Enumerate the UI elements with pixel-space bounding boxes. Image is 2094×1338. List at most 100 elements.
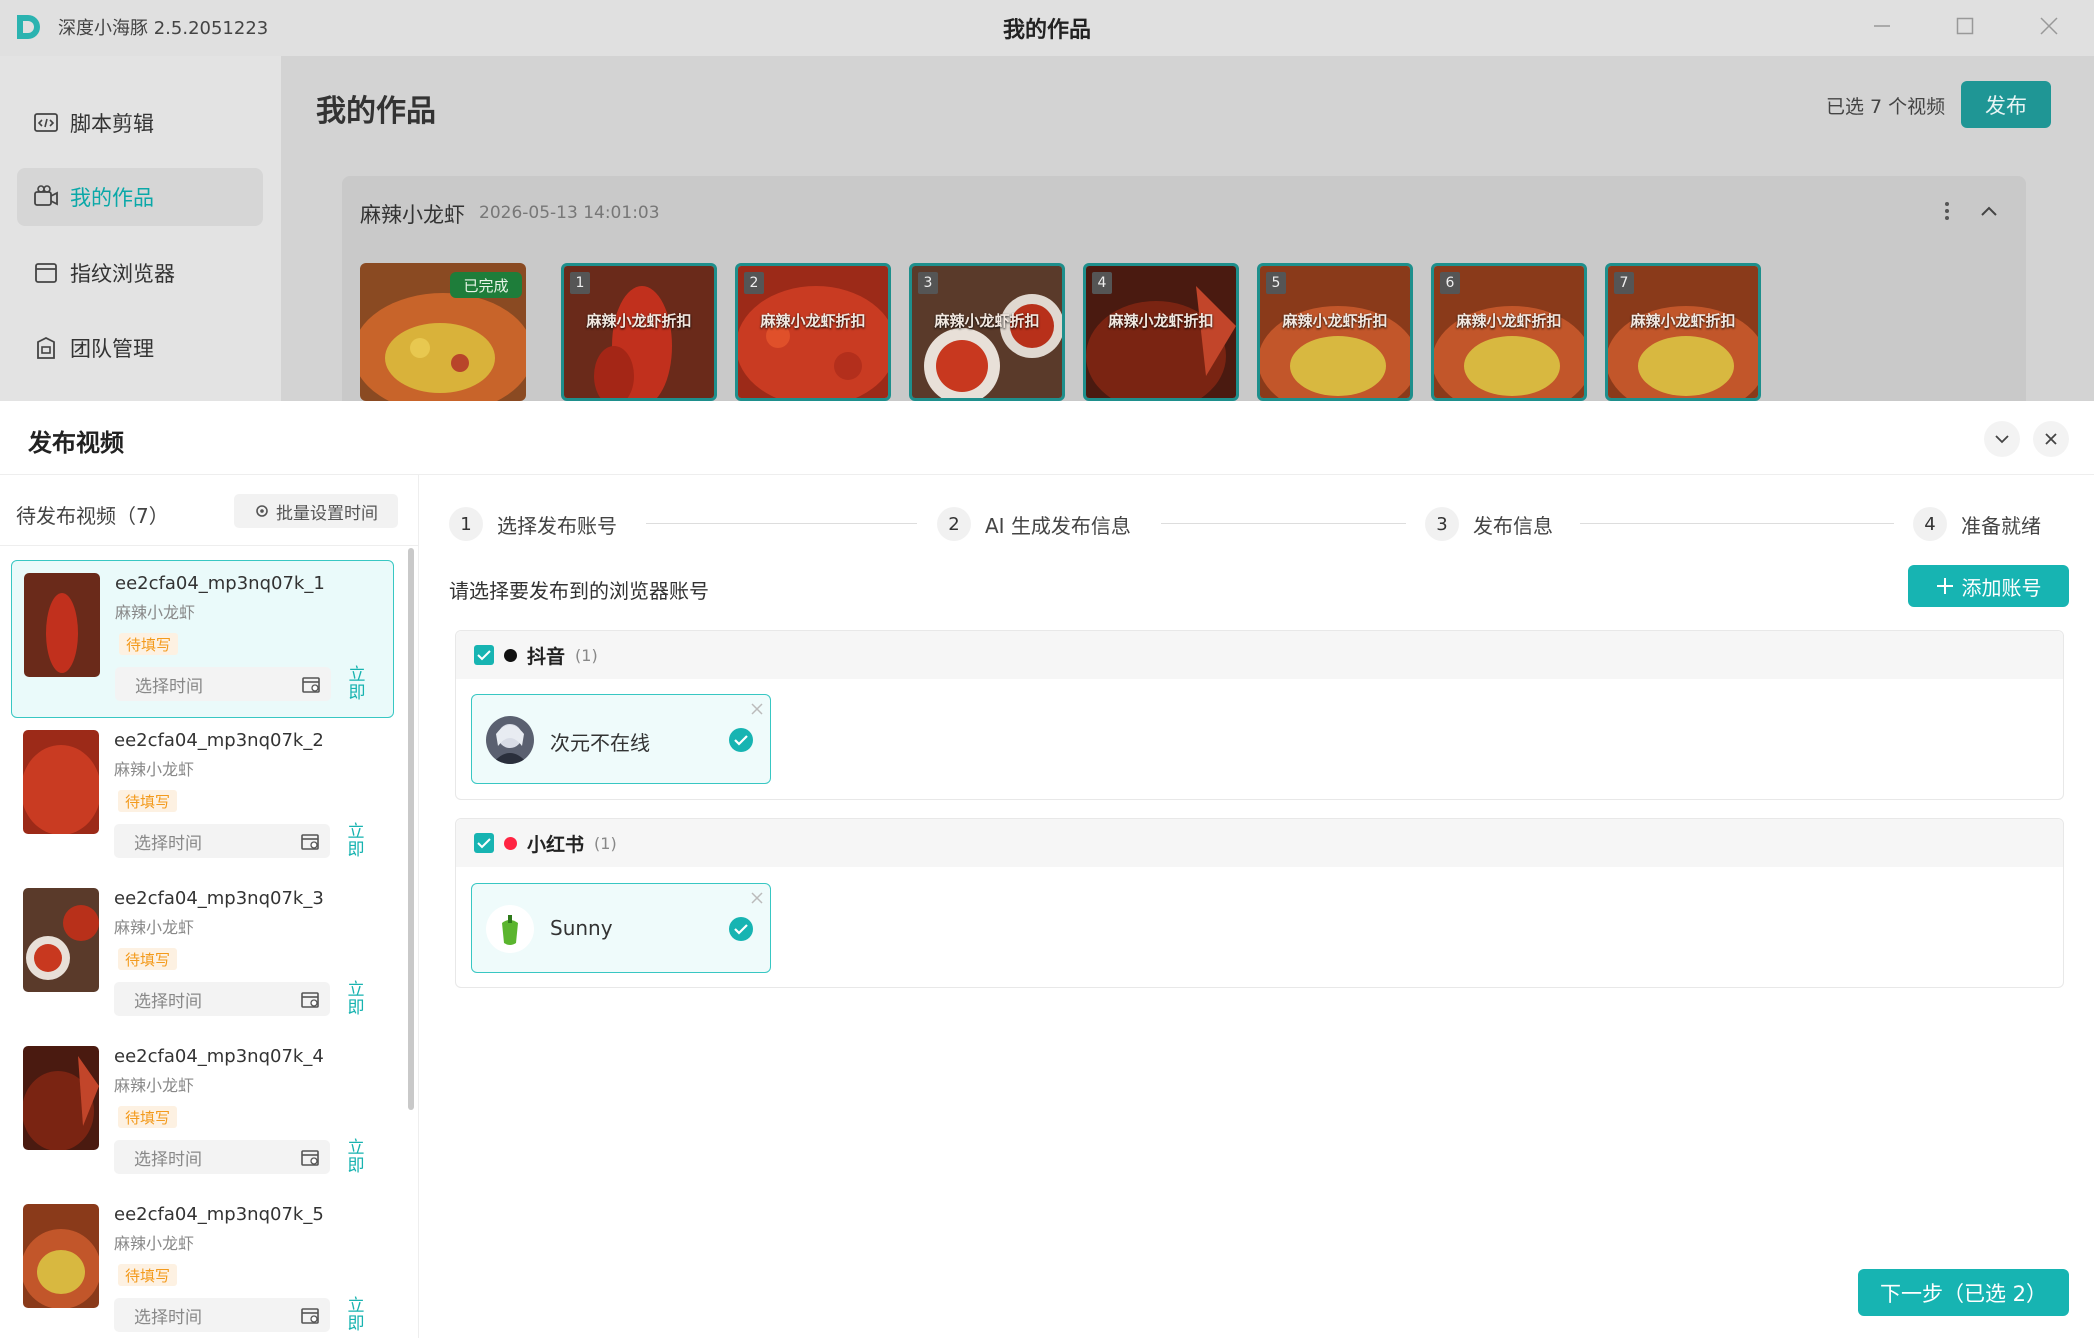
video-thumbnail[interactable]: 2 麻辣小龙虾折扣 — [735, 263, 891, 401]
video-card[interactable]: ee2cfa04_mp3nq07k_2 麻辣小龙虾 待填写 选择时间 立即 — [11, 718, 394, 876]
step-number: 1 — [449, 507, 483, 541]
chevron-up-icon — [1981, 206, 1997, 216]
publish-now-link[interactable]: 立即 — [348, 666, 366, 702]
video-thumbnail[interactable]: 5 麻辣小龙虾折扣 — [1257, 263, 1413, 401]
platform-count: (1) — [594, 833, 617, 853]
video-thumbnail — [23, 888, 99, 992]
sidebar-item-label: 指纹浏览器 — [70, 262, 175, 286]
browser-icon — [35, 263, 57, 283]
sidebar-item-script-edit[interactable]: 脚本剪辑 — [17, 94, 263, 152]
check-icon — [734, 735, 748, 746]
panel-header — [0, 401, 2094, 475]
panel-minimize-button[interactable] — [1984, 421, 2020, 457]
step-number: 4 — [1913, 507, 1947, 541]
time-picker[interactable]: 选择时间 — [114, 824, 330, 858]
status-badge: 待填写 — [118, 1106, 178, 1128]
video-thumbnail[interactable]: 6 麻辣小龙虾折扣 — [1431, 263, 1587, 401]
more-button[interactable] — [1935, 198, 1959, 224]
collapse-button[interactable] — [1974, 196, 2004, 226]
remove-account-button[interactable] — [749, 701, 765, 717]
next-step-button[interactable]: 下一步（已选 2） — [1858, 1269, 2069, 1316]
maximize-icon — [1956, 17, 1974, 35]
status-badge: 待填写 — [119, 633, 179, 655]
video-project: 麻辣小龙虾 — [115, 603, 196, 622]
calendar-icon — [301, 1150, 319, 1166]
account-selected-icon — [729, 728, 753, 752]
thumb-index: 4 — [1092, 272, 1112, 294]
sidebar-item-team[interactable]: 团队管理 — [17, 319, 263, 377]
thumb-index: 5 — [1266, 272, 1286, 294]
time-placeholder: 选择时间 — [135, 676, 203, 697]
platform-name: 小红书 — [527, 833, 585, 856]
video-project: 麻辣小龙虾 — [114, 1076, 195, 1095]
add-account-button[interactable]: 添加账号 — [1908, 565, 2069, 607]
step-1: 1 选择发布账号 — [449, 506, 617, 542]
video-thumbnail[interactable]: 7 麻辣小龙虾折扣 — [1605, 263, 1761, 401]
video-thumbnail[interactable]: 4 麻辣小龙虾折扣 — [1083, 263, 1239, 401]
thumb-caption: 麻辣小龙虾折扣 — [760, 312, 866, 330]
batch-label: 批量设置时间 — [276, 503, 378, 524]
publish-now-link[interactable]: 立即 — [347, 981, 365, 1017]
time-picker[interactable]: 选择时间 — [115, 667, 331, 701]
video-project: 麻辣小龙虾 — [114, 918, 195, 937]
group-checkbox[interactable] — [474, 833, 494, 853]
window-title: 我的作品 — [1002, 18, 1091, 43]
sidebar-item-label: 团队管理 — [70, 337, 154, 361]
publish-button[interactable]: 发布 — [1961, 81, 2051, 128]
close-icon — [751, 892, 763, 904]
thumb-caption: 麻辣小龙虾折扣 — [934, 312, 1040, 330]
video-thumbnail[interactable]: 1 麻辣小龙虾折扣 — [561, 263, 717, 401]
list-scrollbar[interactable] — [408, 548, 414, 1110]
video-project: 麻辣小龙虾 — [114, 760, 195, 779]
panel-close-button[interactable] — [2033, 421, 2069, 457]
step-label: 发布信息 — [1473, 513, 1553, 538]
close-icon — [2045, 433, 2057, 445]
sidebar-item-fingerprint-browser[interactable]: 指纹浏览器 — [17, 244, 263, 302]
time-picker[interactable]: 选择时间 — [114, 1298, 330, 1332]
step-connector — [646, 523, 917, 524]
publish-now-link[interactable]: 立即 — [347, 1297, 365, 1333]
close-icon — [751, 703, 763, 715]
status-badge: 待填写 — [118, 790, 178, 812]
account-card[interactable]: Sunny — [471, 883, 771, 973]
thumb-caption: 麻辣小龙虾折扣 — [1108, 312, 1214, 330]
video-card[interactable]: ee2cfa04_mp3nq07k_1 麻辣小龙虾 待填写 选择时间 立即 — [11, 560, 394, 718]
anime-avatar-image — [486, 716, 534, 764]
pending-title: 待发布视频（7） — [16, 504, 169, 528]
platform-dot — [504, 648, 517, 662]
publish-now-link[interactable]: 立即 — [347, 823, 365, 859]
calendar-icon — [302, 677, 320, 693]
maximize-button[interactable] — [1945, 8, 1985, 44]
time-picker[interactable]: 选择时间 — [114, 982, 330, 1016]
video-card[interactable]: ee2cfa04_mp3nq07k_3 麻辣小龙虾 待填写 选择时间 立即 — [11, 876, 394, 1034]
sidebar-item-my-works[interactable]: 我的作品 — [17, 168, 263, 226]
video-card[interactable]: ee2cfa04_mp3nq07k_4 麻辣小龙虾 待填写 选择时间 立即 — [11, 1034, 394, 1192]
step-label: AI 生成发布信息 — [985, 513, 1131, 538]
check-icon — [734, 924, 748, 935]
platform-dot — [504, 836, 517, 850]
step-connector — [1580, 523, 1894, 524]
minimize-button[interactable] — [1862, 8, 1902, 44]
publish-now-link[interactable]: 立即 — [347, 1139, 365, 1175]
batch-set-time-button[interactable]: 批量设置时间 — [234, 494, 398, 528]
window-close-button[interactable] — [2029, 8, 2069, 44]
platform-count: (1) — [575, 645, 598, 665]
account-selected-icon — [729, 917, 753, 941]
video-project: 麻辣小龙虾 — [114, 1234, 195, 1253]
group-checkbox[interactable] — [474, 645, 494, 665]
thumb-index: 7 — [1614, 272, 1634, 294]
more-vertical-icon — [1945, 202, 1949, 220]
thumb-index: 3 — [918, 272, 938, 294]
remove-account-button[interactable] — [749, 890, 765, 906]
video-card[interactable]: ee2cfa04_mp3nq07k_5 麻辣小龙虾 待填写 选择时间 立即 — [11, 1192, 394, 1338]
account-card[interactable]: 次元不在线 — [471, 694, 771, 784]
status-badge: 待填写 — [118, 948, 178, 970]
thumb-index: 1 — [570, 272, 590, 294]
choose-account-label: 请选择要发布到的浏览器账号 — [449, 579, 709, 603]
video-thumbnail[interactable]: 3 麻辣小龙虾折扣 — [909, 263, 1065, 401]
video-thumbnail — [23, 1204, 99, 1308]
panel-title: 发布视频 — [28, 429, 124, 457]
time-picker[interactable]: 选择时间 — [114, 1140, 330, 1174]
project-time: 2026-05-13 14:01:03 — [479, 203, 660, 223]
cover-thumbnail[interactable]: 已完成 — [360, 263, 526, 401]
